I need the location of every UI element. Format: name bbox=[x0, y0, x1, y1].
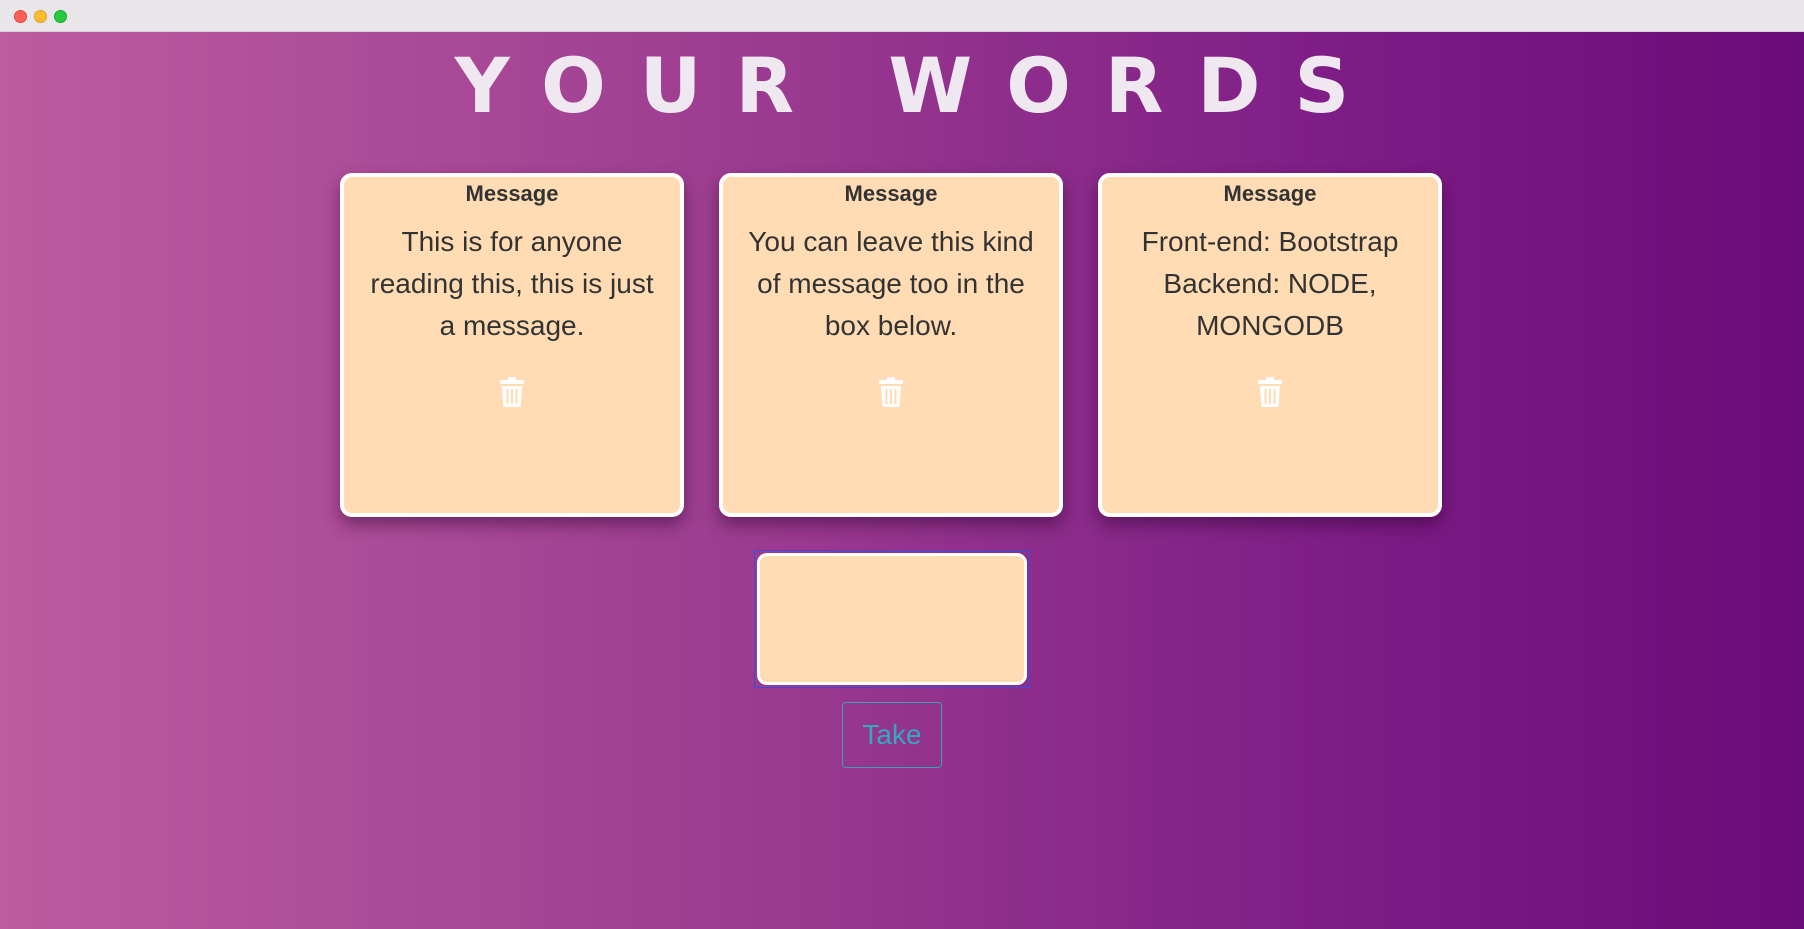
message-cards: Message This is for anyone reading this,… bbox=[0, 173, 1804, 517]
message-card: Message This is for anyone reading this,… bbox=[340, 173, 684, 517]
browser-window: YOUR WORDS Message This is for anyone re… bbox=[0, 0, 1804, 929]
trash-icon[interactable] bbox=[1258, 377, 1282, 411]
window-titlebar bbox=[0, 0, 1804, 32]
card-header: Message bbox=[1223, 181, 1317, 206]
take-button[interactable]: Take bbox=[842, 702, 942, 768]
window-minimize-button[interactable] bbox=[34, 10, 47, 23]
window-close-button[interactable] bbox=[14, 10, 27, 23]
card-body: You can leave this kind of message too i… bbox=[748, 226, 1034, 341]
message-card: Message You can leave this kind of messa… bbox=[719, 173, 1063, 517]
card-body: This is for anyone reading this, this is… bbox=[370, 226, 654, 341]
message-composer bbox=[754, 550, 1030, 688]
page-background: YOUR WORDS Message This is for anyone re… bbox=[0, 32, 1804, 929]
card-header: Message bbox=[844, 181, 938, 206]
message-card: Message Front-end: Bootstrap Backend: NO… bbox=[1098, 173, 1442, 517]
card-header: Message bbox=[465, 181, 559, 206]
message-input[interactable] bbox=[757, 553, 1027, 685]
card-body: Front-end: Bootstrap Backend: NODE, MONG… bbox=[1141, 226, 1399, 341]
page-title: YOUR WORDS bbox=[454, 41, 1384, 130]
trash-icon[interactable] bbox=[879, 377, 903, 411]
trash-icon[interactable] bbox=[500, 377, 524, 411]
window-maximize-button[interactable] bbox=[54, 10, 67, 23]
